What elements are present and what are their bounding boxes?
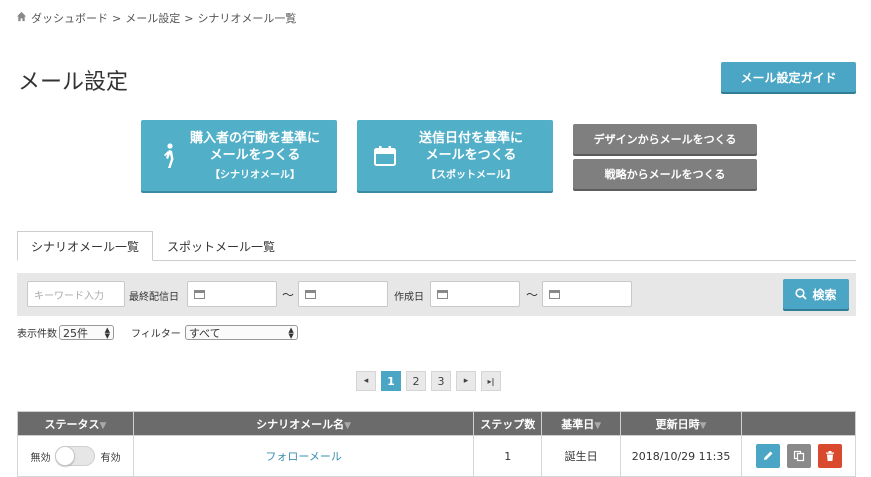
edit-button[interactable]: [755, 444, 780, 468]
filter-bar: キーワード入力 最終配信日 〜 作成日 〜 検索: [17, 273, 856, 316]
page-1-button[interactable]: 1: [381, 371, 401, 391]
tab-spot-mail-list[interactable]: スポットメール一覧: [153, 231, 289, 261]
page-3-button[interactable]: 3: [431, 371, 451, 391]
filter-select-value: すべて: [188, 326, 221, 340]
sort-icon: ▼: [99, 420, 107, 431]
sort-icon: ▼: [594, 420, 602, 431]
column-base-date[interactable]: 基準日▼: [541, 411, 622, 436]
actions-cell: [741, 435, 856, 477]
last-page-button[interactable]: ▸|: [481, 371, 501, 391]
table-row: 無効 有効 フォローメール 1 誕生日 2018/10/29 11:35: [17, 435, 856, 477]
calendar-icon: [367, 145, 403, 166]
calendar-icon: [437, 290, 448, 299]
range-separator: 〜: [282, 288, 295, 302]
toggle-on-label: 有効: [100, 452, 121, 464]
trash-icon: [825, 451, 834, 461]
sort-icon: ▼: [344, 420, 352, 431]
created-to-field[interactable]: [542, 281, 632, 307]
column-base-date-label: 基準日: [561, 417, 595, 431]
toggle-off-label: 無効: [30, 452, 51, 464]
created-label: 作成日: [394, 292, 424, 303]
mail-list-tabs: シナリオメール一覧 スポットメール一覧: [17, 231, 856, 261]
page-2-button[interactable]: 2: [406, 371, 426, 391]
count-label: 表示件数: [17, 329, 57, 340]
scenario-button-line3: 【シナリオメール】: [210, 170, 300, 181]
tab-scenario-mail-list[interactable]: シナリオメール一覧: [17, 231, 153, 261]
create-scenario-mail-button[interactable]: 購入者の行動を基準に メールをつくる 【シナリオメール】: [141, 120, 337, 191]
breadcrumb-mail-settings[interactable]: メール設定: [125, 10, 180, 26]
column-actions: [741, 411, 856, 436]
calendar-icon: [305, 290, 316, 299]
spot-button-line1: 送信日付を基準に: [418, 131, 523, 146]
calendar-icon: [194, 290, 205, 299]
pagination: ◂ 1 2 3 ▸ ▸|: [356, 371, 501, 391]
column-status[interactable]: ステータス▼: [17, 411, 134, 436]
search-button[interactable]: 検索: [783, 279, 849, 309]
search-icon: [795, 288, 808, 300]
delete-button[interactable]: [817, 444, 842, 468]
select-arrows-icon: ▲ ▼: [288, 325, 294, 340]
prev-page-button[interactable]: ◂: [356, 371, 376, 391]
page-title: メール設定: [18, 70, 129, 95]
column-status-label: ステータス: [44, 417, 100, 431]
scenario-button-line1: 購入者の行動を基準に: [189, 131, 320, 146]
create-spot-mail-button[interactable]: 送信日付を基準に メールをつくる 【スポットメール】: [357, 120, 553, 191]
breadcrumb-separator: >: [112, 11, 122, 25]
column-name[interactable]: シナリオメール名▼: [132, 411, 475, 436]
count-select[interactable]: 25件 ▲ ▼: [59, 325, 114, 340]
breadcrumb-separator: >: [184, 11, 194, 25]
pencil-icon: [763, 451, 772, 460]
filter-label: フィルター: [131, 329, 181, 340]
display-options: 表示件数 25件 ▲ ▼ フィルター すべて ▲ ▼: [17, 325, 298, 340]
last-sent-to-field[interactable]: [298, 281, 388, 307]
calendar-icon: [549, 290, 560, 299]
spot-button-line2: メールをつくる: [425, 148, 517, 163]
next-page-button[interactable]: ▸: [456, 371, 476, 391]
column-name-label: シナリオメール名: [256, 417, 345, 431]
scenario-button-line2: メールをつくる: [209, 148, 301, 163]
table-header-row: ステータス▼ シナリオメール名▼ ステップ数 基準日▼ 更新日時▼: [17, 411, 856, 436]
last-sent-label: 最終配信日: [129, 292, 179, 303]
search-button-label: 検索: [812, 287, 837, 302]
mail-settings-guide-button[interactable]: メール設定ガイド: [721, 62, 856, 92]
column-steps: ステップ数: [473, 411, 543, 436]
range-separator: 〜: [526, 288, 539, 302]
created-from-field[interactable]: [430, 281, 520, 307]
scenario-mail-table: ステータス▼ シナリオメール名▼ ステップ数 基準日▼ 更新日時▼ 無効 有効 …: [17, 411, 856, 477]
toggle-knob: [55, 446, 76, 466]
breadcrumb-dashboard[interactable]: ダッシュボード: [31, 10, 108, 26]
base-date-cell: 誕生日: [541, 435, 622, 477]
select-arrows-icon: ▲ ▼: [104, 325, 110, 340]
home-icon[interactable]: [16, 11, 27, 25]
breadcrumb: ダッシュボード > メール設定 > シナリオメール一覧: [16, 10, 296, 26]
copy-icon: [793, 450, 804, 462]
steps-cell: 1: [473, 435, 543, 477]
walking-person-icon: [151, 142, 187, 169]
breadcrumb-scenario-list: シナリオメール一覧: [197, 12, 297, 25]
sort-icon: ▼: [699, 420, 707, 431]
status-cell: 無効 有効: [17, 435, 134, 477]
scenario-name-link[interactable]: フォローメール: [265, 450, 342, 463]
name-cell: フォローメール: [132, 435, 475, 477]
status-toggle[interactable]: [55, 446, 96, 466]
keyword-input[interactable]: キーワード入力: [27, 281, 125, 307]
count-select-value: 25件: [63, 326, 88, 340]
create-from-strategy-button[interactable]: 戦略からメールをつくる: [573, 159, 757, 189]
copy-button[interactable]: [786, 444, 811, 468]
last-sent-from-field[interactable]: [187, 281, 277, 307]
create-from-design-button[interactable]: デザインからメールをつくる: [573, 124, 757, 154]
column-updated-label: 更新日時: [655, 417, 700, 431]
filter-select[interactable]: すべて ▲ ▼: [184, 325, 298, 340]
spot-button-line3: 【スポットメール】: [426, 170, 516, 181]
updated-cell: 2018/10/29 11:35: [620, 435, 742, 477]
column-updated[interactable]: 更新日時▼: [620, 411, 742, 436]
